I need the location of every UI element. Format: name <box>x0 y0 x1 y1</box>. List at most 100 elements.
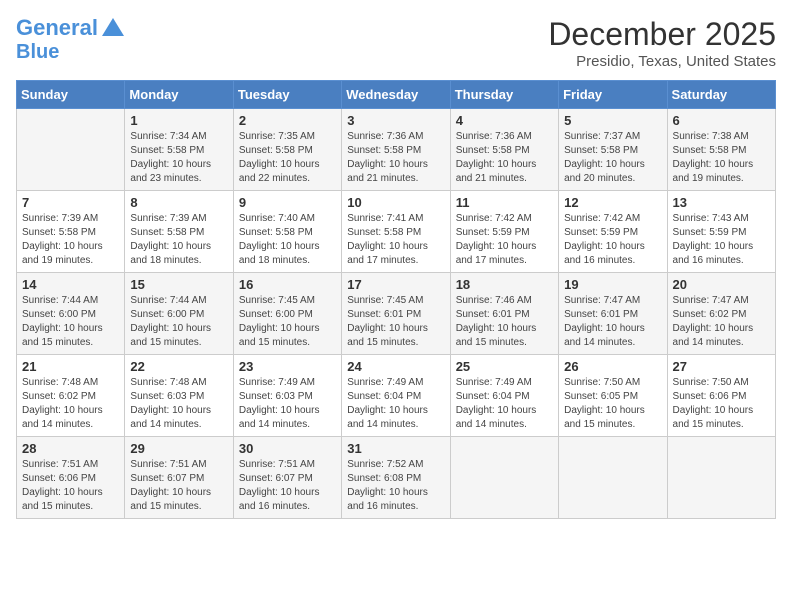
day-number: 11 <box>456 195 553 210</box>
day-number: 3 <box>347 113 444 128</box>
day-info: Sunrise: 7:36 AM Sunset: 5:58 PM Dayligh… <box>347 130 444 186</box>
calendar-cell: 31Sunrise: 7:52 AM Sunset: 6:08 PM Dayli… <box>342 437 450 519</box>
day-number: 18 <box>456 277 553 292</box>
day-info: Sunrise: 7:44 AM Sunset: 6:00 PM Dayligh… <box>22 294 119 350</box>
day-number: 28 <box>22 441 119 456</box>
calendar-cell: 20Sunrise: 7:47 AM Sunset: 6:02 PM Dayli… <box>667 273 775 355</box>
logo-blue-text: Blue <box>16 41 124 63</box>
day-number: 24 <box>347 359 444 374</box>
calendar-cell: 21 Sunrise: 7:48 AM Sunset: 6:02 PM Dayli… <box>17 355 125 437</box>
day-info: Sunrise: 7:45 AM Sunset: 6:00 PM Dayligh… <box>239 294 336 350</box>
calendar-week-4: 21 Sunrise: 7:48 AM Sunset: 6:02 PM Dayli… <box>17 355 776 437</box>
day-header-wednesday: Wednesday <box>342 81 450 109</box>
calendar-cell: 2 Sunrise: 7:35 AM Sunset: 5:58 PM Daylig… <box>233 109 341 191</box>
day-info: Sunrise: 7:37 AM Sunset: 5:58 PM Dayligh… <box>564 130 661 186</box>
day-number: 27 <box>673 359 770 374</box>
day-info: Sunrise: 7:35 AM Sunset: 5:58 PM Dayligh… <box>239 130 336 186</box>
day-info: Sunrise: 7:38 AM Sunset: 5:58 PM Dayligh… <box>673 130 770 186</box>
day-number: 6 <box>673 113 770 128</box>
calendar-week-3: 14 Sunrise: 7:44 AM Sunset: 6:00 PM Dayli… <box>17 273 776 355</box>
calendar-cell: 4Sunrise: 7:36 AM Sunset: 5:58 PM Daylig… <box>450 109 558 191</box>
day-number: 25 <box>456 359 553 374</box>
day-number: 19 <box>564 277 661 292</box>
day-header-saturday: Saturday <box>667 81 775 109</box>
day-info: Sunrise: 7:51 AM Sunset: 6:06 PM Dayligh… <box>22 458 119 514</box>
day-info: Sunrise: 7:34 AM Sunset: 5:58 PM Dayligh… <box>130 130 227 186</box>
day-info: Sunrise: 7:50 AM Sunset: 6:05 PM Dayligh… <box>564 376 661 432</box>
calendar-cell: 6 Sunrise: 7:38 AM Sunset: 5:58 PM Daylig… <box>667 109 775 191</box>
calendar-cell: 19 Sunrise: 7:47 AM Sunset: 6:01 PM Dayli… <box>559 273 667 355</box>
day-info: Sunrise: 7:42 AM Sunset: 5:59 PM Dayligh… <box>564 212 661 268</box>
calendar-title: December 2025 <box>548 16 776 53</box>
calendar-body: 1 Sunrise: 7:34 AM Sunset: 5:58 PM Daylig… <box>17 109 776 519</box>
calendar-cell <box>450 437 558 519</box>
calendar-cell: 12 Sunrise: 7:42 AM Sunset: 5:59 PM Dayli… <box>559 191 667 273</box>
day-header-friday: Friday <box>559 81 667 109</box>
day-number: 8 <box>130 195 227 210</box>
calendar-subtitle: Presidio, Texas, United States <box>548 53 776 70</box>
calendar-cell: 24 Sunrise: 7:49 AM Sunset: 6:04 PM Dayli… <box>342 355 450 437</box>
day-number: 29 <box>130 441 227 456</box>
day-number: 20 <box>673 277 770 292</box>
day-info: Sunrise: 7:52 AM Sunset: 6:08 PM Dayligh… <box>347 458 444 514</box>
logo-text: General <box>16 16 98 40</box>
day-number: 21 <box>22 359 119 374</box>
day-number: 22 <box>130 359 227 374</box>
day-header-thursday: Thursday <box>450 81 558 109</box>
calendar-cell: 22 Sunrise: 7:48 AM Sunset: 6:03 PM Dayli… <box>125 355 233 437</box>
logo-icon <box>102 18 124 36</box>
calendar-cell: 9Sunrise: 7:40 AM Sunset: 5:58 PM Daylig… <box>233 191 341 273</box>
calendar-cell: 13 Sunrise: 7:43 AM Sunset: 5:59 PM Dayli… <box>667 191 775 273</box>
day-info: Sunrise: 7:48 AM Sunset: 6:02 PM Dayligh… <box>22 376 119 432</box>
day-header-sunday: Sunday <box>17 81 125 109</box>
day-number: 12 <box>564 195 661 210</box>
day-info: Sunrise: 7:36 AM Sunset: 5:58 PM Dayligh… <box>456 130 553 186</box>
day-number: 26 <box>564 359 661 374</box>
day-info: Sunrise: 7:50 AM Sunset: 6:06 PM Dayligh… <box>673 376 770 432</box>
day-info: Sunrise: 7:39 AM Sunset: 5:58 PM Dayligh… <box>130 212 227 268</box>
day-info: Sunrise: 7:42 AM Sunset: 5:59 PM Dayligh… <box>456 212 553 268</box>
day-number: 5 <box>564 113 661 128</box>
day-number: 15 <box>130 277 227 292</box>
page-header: General Blue December 2025 Presidio, Tex… <box>16 16 776 70</box>
calendar-table: SundayMondayTuesdayWednesdayThursdayFrid… <box>16 80 776 519</box>
calendar-week-2: 7 Sunrise: 7:39 AM Sunset: 5:58 PM Daylig… <box>17 191 776 273</box>
calendar-cell: 27 Sunrise: 7:50 AM Sunset: 6:06 PM Dayli… <box>667 355 775 437</box>
calendar-cell: 14 Sunrise: 7:44 AM Sunset: 6:00 PM Dayli… <box>17 273 125 355</box>
day-number: 23 <box>239 359 336 374</box>
calendar-cell: 23 Sunrise: 7:49 AM Sunset: 6:03 PM Dayli… <box>233 355 341 437</box>
day-info: Sunrise: 7:45 AM Sunset: 6:01 PM Dayligh… <box>347 294 444 350</box>
calendar-cell: 15 Sunrise: 7:44 AM Sunset: 6:00 PM Dayli… <box>125 273 233 355</box>
calendar-cell: 5 Sunrise: 7:37 AM Sunset: 5:58 PM Daylig… <box>559 109 667 191</box>
day-number: 14 <box>22 277 119 292</box>
day-info: Sunrise: 7:51 AM Sunset: 6:07 PM Dayligh… <box>130 458 227 514</box>
calendar-cell: 7 Sunrise: 7:39 AM Sunset: 5:58 PM Daylig… <box>17 191 125 273</box>
day-info: Sunrise: 7:49 AM Sunset: 6:04 PM Dayligh… <box>347 376 444 432</box>
calendar-cell: 28 Sunrise: 7:51 AM Sunset: 6:06 PM Dayli… <box>17 437 125 519</box>
day-info: Sunrise: 7:40 AM Sunset: 5:58 PM Dayligh… <box>239 212 336 268</box>
day-header-monday: Monday <box>125 81 233 109</box>
day-info: Sunrise: 7:39 AM Sunset: 5:58 PM Dayligh… <box>22 212 119 268</box>
day-info: Sunrise: 7:47 AM Sunset: 6:01 PM Dayligh… <box>564 294 661 350</box>
day-info: Sunrise: 7:44 AM Sunset: 6:00 PM Dayligh… <box>130 294 227 350</box>
day-info: Sunrise: 7:49 AM Sunset: 6:03 PM Dayligh… <box>239 376 336 432</box>
calendar-cell: 10Sunrise: 7:41 AM Sunset: 5:58 PM Dayli… <box>342 191 450 273</box>
calendar-cell <box>667 437 775 519</box>
calendar-cell: 29 Sunrise: 7:51 AM Sunset: 6:07 PM Dayli… <box>125 437 233 519</box>
calendar-cell: 3 Sunrise: 7:36 AM Sunset: 5:58 PM Daylig… <box>342 109 450 191</box>
calendar-cell: 11 Sunrise: 7:42 AM Sunset: 5:59 PM Dayli… <box>450 191 558 273</box>
calendar-cell: 25Sunrise: 7:49 AM Sunset: 6:04 PM Dayli… <box>450 355 558 437</box>
day-number: 1 <box>130 113 227 128</box>
day-info: Sunrise: 7:46 AM Sunset: 6:01 PM Dayligh… <box>456 294 553 350</box>
calendar-week-1: 1 Sunrise: 7:34 AM Sunset: 5:58 PM Daylig… <box>17 109 776 191</box>
day-number: 13 <box>673 195 770 210</box>
day-number: 16 <box>239 277 336 292</box>
day-number: 7 <box>22 195 119 210</box>
calendar-cell: 30Sunrise: 7:51 AM Sunset: 6:07 PM Dayli… <box>233 437 341 519</box>
calendar-cell: 17Sunrise: 7:45 AM Sunset: 6:01 PM Dayli… <box>342 273 450 355</box>
day-header-tuesday: Tuesday <box>233 81 341 109</box>
day-info: Sunrise: 7:43 AM Sunset: 5:59 PM Dayligh… <box>673 212 770 268</box>
day-info: Sunrise: 7:48 AM Sunset: 6:03 PM Dayligh… <box>130 376 227 432</box>
day-info: Sunrise: 7:51 AM Sunset: 6:07 PM Dayligh… <box>239 458 336 514</box>
day-number: 2 <box>239 113 336 128</box>
